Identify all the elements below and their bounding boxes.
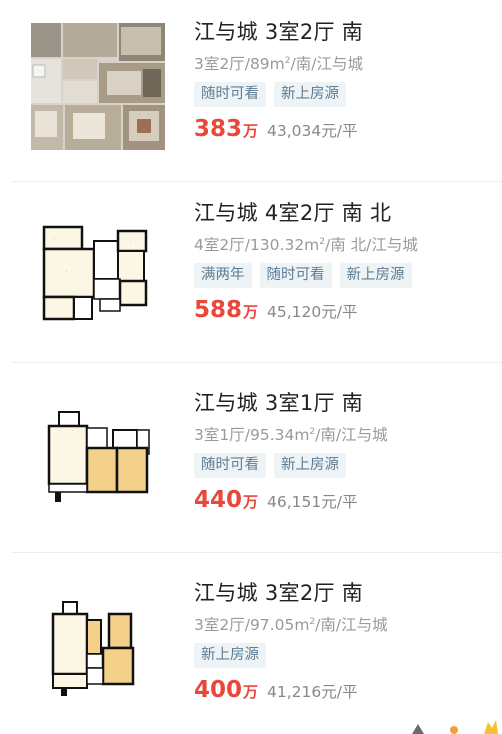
floorplan-3d-image[interactable] [18, 14, 178, 159]
total-price: 588 [194, 297, 243, 323]
tag: 新上房源 [339, 263, 412, 288]
listing-card[interactable]: · · · 江与城 4室2厅 南 北 4室2厅/130.32m2/南 北/江与城 满… [0, 181, 502, 371]
floorplan-image[interactable] [18, 575, 178, 720]
total-price: 383 [194, 116, 243, 142]
price-row: 383 万 43,034元/平 [194, 116, 494, 142]
tag-list: 新上房源 [194, 643, 494, 669]
tag: 新上房源 [194, 643, 266, 668]
listing-title[interactable]: 江与城 3室1厅 南 [194, 389, 494, 417]
listing-summary: 3室2厅/97.05m2/南/江与城 [194, 616, 388, 634]
sticker-icon [412, 720, 498, 734]
price-unit: 万 [243, 122, 259, 140]
tag: 随时可看 [194, 82, 266, 107]
unit-price: 46,151元/平 [267, 493, 358, 511]
listing-list: 江与城 3室2厅 南 3室2厅/89m2/南/江与城 随时可看 新上房源 383… [0, 0, 502, 734]
tag-list: 随时可看 新上房源 [194, 82, 494, 108]
tag-list: 随时可看 新上房源 [194, 453, 494, 479]
price-row: 400 万 41,216元/平 [194, 677, 494, 703]
listing-title[interactable]: 江与城 3室2厅 南 [194, 18, 494, 46]
price-unit: 万 [243, 303, 259, 321]
tag: 新上房源 [274, 82, 346, 107]
tag: 满两年 [194, 263, 252, 288]
listing-card[interactable]: 江与城 3室2厅 南 3室2厅/89m2/南/江与城 随时可看 新上房源 383… [0, 0, 502, 190]
listing-card[interactable]: 江与城 3室2厅 南 3室2厅/97.05m2/南/江与城 新上房源 400 万… [0, 561, 502, 734]
floorplan-image[interactable] [18, 385, 178, 530]
tag: 随时可看 [259, 263, 332, 288]
unit-price: 41,216元/平 [267, 683, 358, 701]
listing-title[interactable]: 江与城 4室2厅 南 北 [194, 199, 494, 227]
divider [12, 362, 502, 363]
total-price: 440 [194, 487, 243, 513]
tag-list: 满两年 随时可看 新上房源 [194, 263, 494, 289]
svg-text:·: · [130, 239, 131, 244]
price-row: 588 万 45,120元/平 [194, 297, 494, 323]
unit-price: 45,120元/平 [267, 303, 358, 321]
listing-card[interactable]: 江与城 3室1厅 南 3室1厅/95.34m2/南/江与城 随时可看 新上房源 … [0, 371, 502, 561]
price-unit: 万 [243, 683, 259, 701]
listing-summary: 3室1厅/95.34m2/南/江与城 [194, 426, 388, 444]
floorplan-image[interactable]: · · · [18, 195, 178, 340]
price-unit: 万 [243, 493, 259, 511]
listing-summary: 4室2厅/130.32m2/南 北/江与城 [194, 236, 418, 254]
svg-text:·: · [66, 269, 67, 274]
divider [12, 552, 502, 553]
unit-price: 43,034元/平 [267, 122, 358, 140]
listing-summary: 3室2厅/89m2/南/江与城 [194, 55, 363, 73]
tag: 随时可看 [194, 453, 266, 478]
svg-text:·: · [54, 236, 55, 241]
price-row: 440 万 46,151元/平 [194, 487, 494, 513]
total-price: 400 [194, 677, 243, 703]
tag: 新上房源 [274, 453, 346, 478]
listing-title[interactable]: 江与城 3室2厅 南 [194, 579, 494, 607]
